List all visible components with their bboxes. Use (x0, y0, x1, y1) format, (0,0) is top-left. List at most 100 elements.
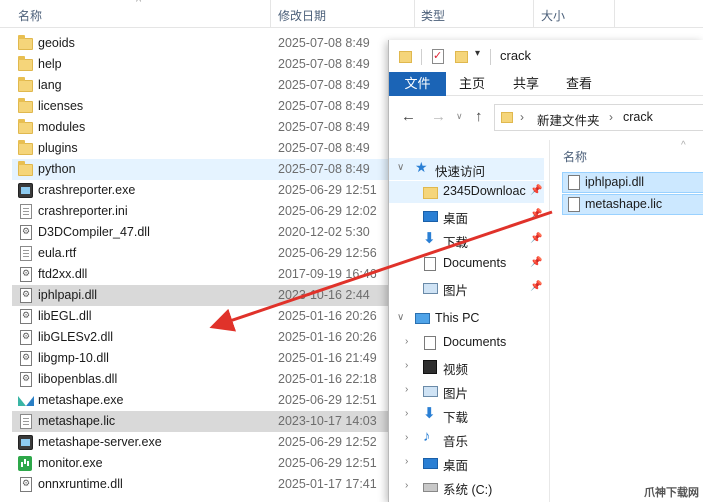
breadcrumb-item[interactable]: 新建文件夹 (537, 110, 600, 129)
document-icon (568, 197, 580, 212)
nav-label: 快速访问 (435, 165, 486, 179)
tab-view[interactable]: 查看 (559, 72, 599, 96)
dll-icon (20, 225, 32, 240)
pin-icon[interactable]: 📌 (530, 209, 542, 220)
file-modified-date: 2025-07-08 8:49 (278, 120, 370, 134)
column-divider[interactable] (614, 0, 615, 28)
chevron-down-icon[interactable]: ∨ (397, 312, 404, 323)
nav-label: This PC (435, 311, 480, 325)
properties-icon[interactable] (432, 49, 444, 64)
column-header-date[interactable]: 修改日期 (278, 7, 326, 24)
dll-icon (20, 477, 32, 492)
folder-icon (423, 187, 438, 199)
nav-quick-access[interactable]: ∨ ★ 快速访问 (389, 158, 544, 180)
ini-file-icon (20, 204, 32, 219)
pictures-icon (423, 283, 438, 294)
watermark-logo: 爪神下载网 (644, 487, 699, 499)
file-name: libgmp-10.dll (38, 351, 109, 365)
file-modified-date: 2025-01-16 21:49 (278, 351, 377, 365)
up-arrow-icon[interactable]: ↑ (475, 108, 483, 125)
monitor-exe-icon (18, 456, 32, 471)
file-name: iphlpapi.dll (38, 288, 98, 302)
column-divider[interactable] (533, 0, 534, 28)
chevron-right-icon[interactable]: › (405, 480, 408, 491)
drive-icon (423, 483, 438, 492)
nav-item-downloads[interactable]: ⬇ 下载 📌 (389, 229, 544, 251)
toolbar-divider (490, 49, 491, 65)
document-icon (20, 246, 32, 261)
nav-label: 桌面 (443, 212, 469, 226)
tab-share[interactable]: 共享 (506, 72, 546, 96)
file-modified-date: 2025-06-29 12:56 (278, 246, 377, 260)
column-header-name[interactable]: 名称 (18, 7, 42, 24)
breadcrumb-chevron-icon[interactable]: › (520, 110, 524, 124)
title-bar: ▾ crack (389, 40, 703, 72)
chevron-right-icon[interactable]: › (405, 336, 408, 347)
forward-arrow-icon[interactable]: → (431, 108, 446, 125)
nav-pc-videos[interactable]: › 视频 (389, 356, 544, 378)
chevron-right-icon[interactable]: › (405, 360, 408, 371)
file-modified-date: 2025-01-16 20:26 (278, 330, 377, 344)
tab-file[interactable]: 文件 (389, 72, 446, 96)
chevron-right-icon[interactable]: › (405, 432, 408, 443)
folder-icon (18, 56, 33, 71)
file-modified-date: 2023-10-17 14:03 (278, 414, 377, 428)
back-arrow-icon[interactable]: ← (401, 108, 416, 125)
file-modified-date: 2025-01-16 22:18 (278, 372, 377, 386)
nav-item-desktop[interactable]: 桌面 📌 (389, 205, 544, 227)
computer-icon (415, 313, 430, 324)
pin-icon[interactable]: 📌 (530, 185, 542, 196)
file-modified-date: 2025-06-29 12:51 (278, 456, 377, 470)
nav-item-pictures[interactable]: 图片 📌 (389, 277, 544, 299)
file-name: libEGL.dll (38, 309, 92, 323)
file-item-iphlpapi[interactable]: iphlpapi.dll (562, 172, 703, 193)
file-name: iphlpapi.dll (585, 175, 645, 189)
tab-home[interactable]: 主页 (452, 72, 492, 96)
nav-pc-documents[interactable]: › Documents (389, 332, 544, 354)
customize-toolbar-dropdown-icon[interactable]: ▾ (475, 48, 480, 59)
pane-divider[interactable] (549, 140, 550, 502)
nav-item-downloads-folder[interactable]: 2345Downloac 📌 (389, 181, 544, 203)
chevron-right-icon[interactable]: › (405, 456, 408, 467)
column-header-name[interactable]: 名称 (563, 148, 587, 165)
sort-ascending-icon: ^ (136, 0, 142, 8)
file-modified-date: 2025-07-08 8:49 (278, 57, 370, 71)
nav-label: 视频 (443, 363, 469, 377)
dll-icon (20, 309, 32, 324)
file-item-metashape-lic[interactable]: metashape.lic (562, 194, 703, 215)
breadcrumb-chevron-icon[interactable]: › (609, 110, 613, 124)
column-divider[interactable] (414, 0, 415, 28)
folder-icon (501, 112, 513, 123)
nav-pc-desktop[interactable]: › 桌面 (389, 452, 544, 474)
nav-pc-music[interactable]: › ♪ 音乐 (389, 428, 544, 450)
crack-explorer-window: ▾ crack 文件 主页 共享 查看 ← → ∨ ↑ › 新建文件夹 › cr… (388, 40, 703, 502)
new-folder-icon[interactable] (455, 51, 468, 63)
window-title: crack (500, 48, 532, 63)
file-name: geoids (38, 36, 75, 50)
column-header-size[interactable]: 大小 (541, 7, 565, 24)
breadcrumb-item[interactable]: crack (623, 110, 653, 124)
nav-pc-downloads[interactable]: › ⬇ 下载 (389, 404, 544, 426)
chevron-right-icon[interactable]: › (405, 408, 408, 419)
recent-locations-chevron-icon[interactable]: ∨ (456, 111, 463, 122)
sort-ascending-icon: ^ (681, 140, 686, 151)
pin-icon[interactable]: 📌 (530, 233, 542, 244)
pin-icon[interactable]: 📌 (530, 281, 542, 292)
star-icon: ★ (415, 159, 428, 175)
desktop-icon (423, 458, 438, 469)
nav-label: 下载 (443, 411, 469, 425)
column-header-type[interactable]: 类型 (421, 7, 445, 24)
nav-pc-system-drive[interactable]: › 系统 (C:) (389, 476, 544, 498)
folder-icon (18, 98, 33, 113)
nav-this-pc[interactable]: ∨ This PC (389, 308, 544, 330)
column-divider[interactable] (270, 0, 271, 28)
nav-item-documents[interactable]: Documents 📌 (389, 253, 544, 275)
video-icon (423, 360, 437, 374)
address-bar[interactable]: › 新建文件夹 › crack (494, 104, 703, 131)
chevron-down-icon[interactable]: ∨ (397, 162, 404, 173)
pin-icon[interactable]: 📌 (530, 257, 542, 268)
chevron-right-icon[interactable]: › (405, 384, 408, 395)
file-name: python (38, 162, 76, 176)
nav-pc-pictures[interactable]: › 图片 (389, 380, 544, 402)
file-name: onnxruntime.dll (38, 477, 123, 491)
